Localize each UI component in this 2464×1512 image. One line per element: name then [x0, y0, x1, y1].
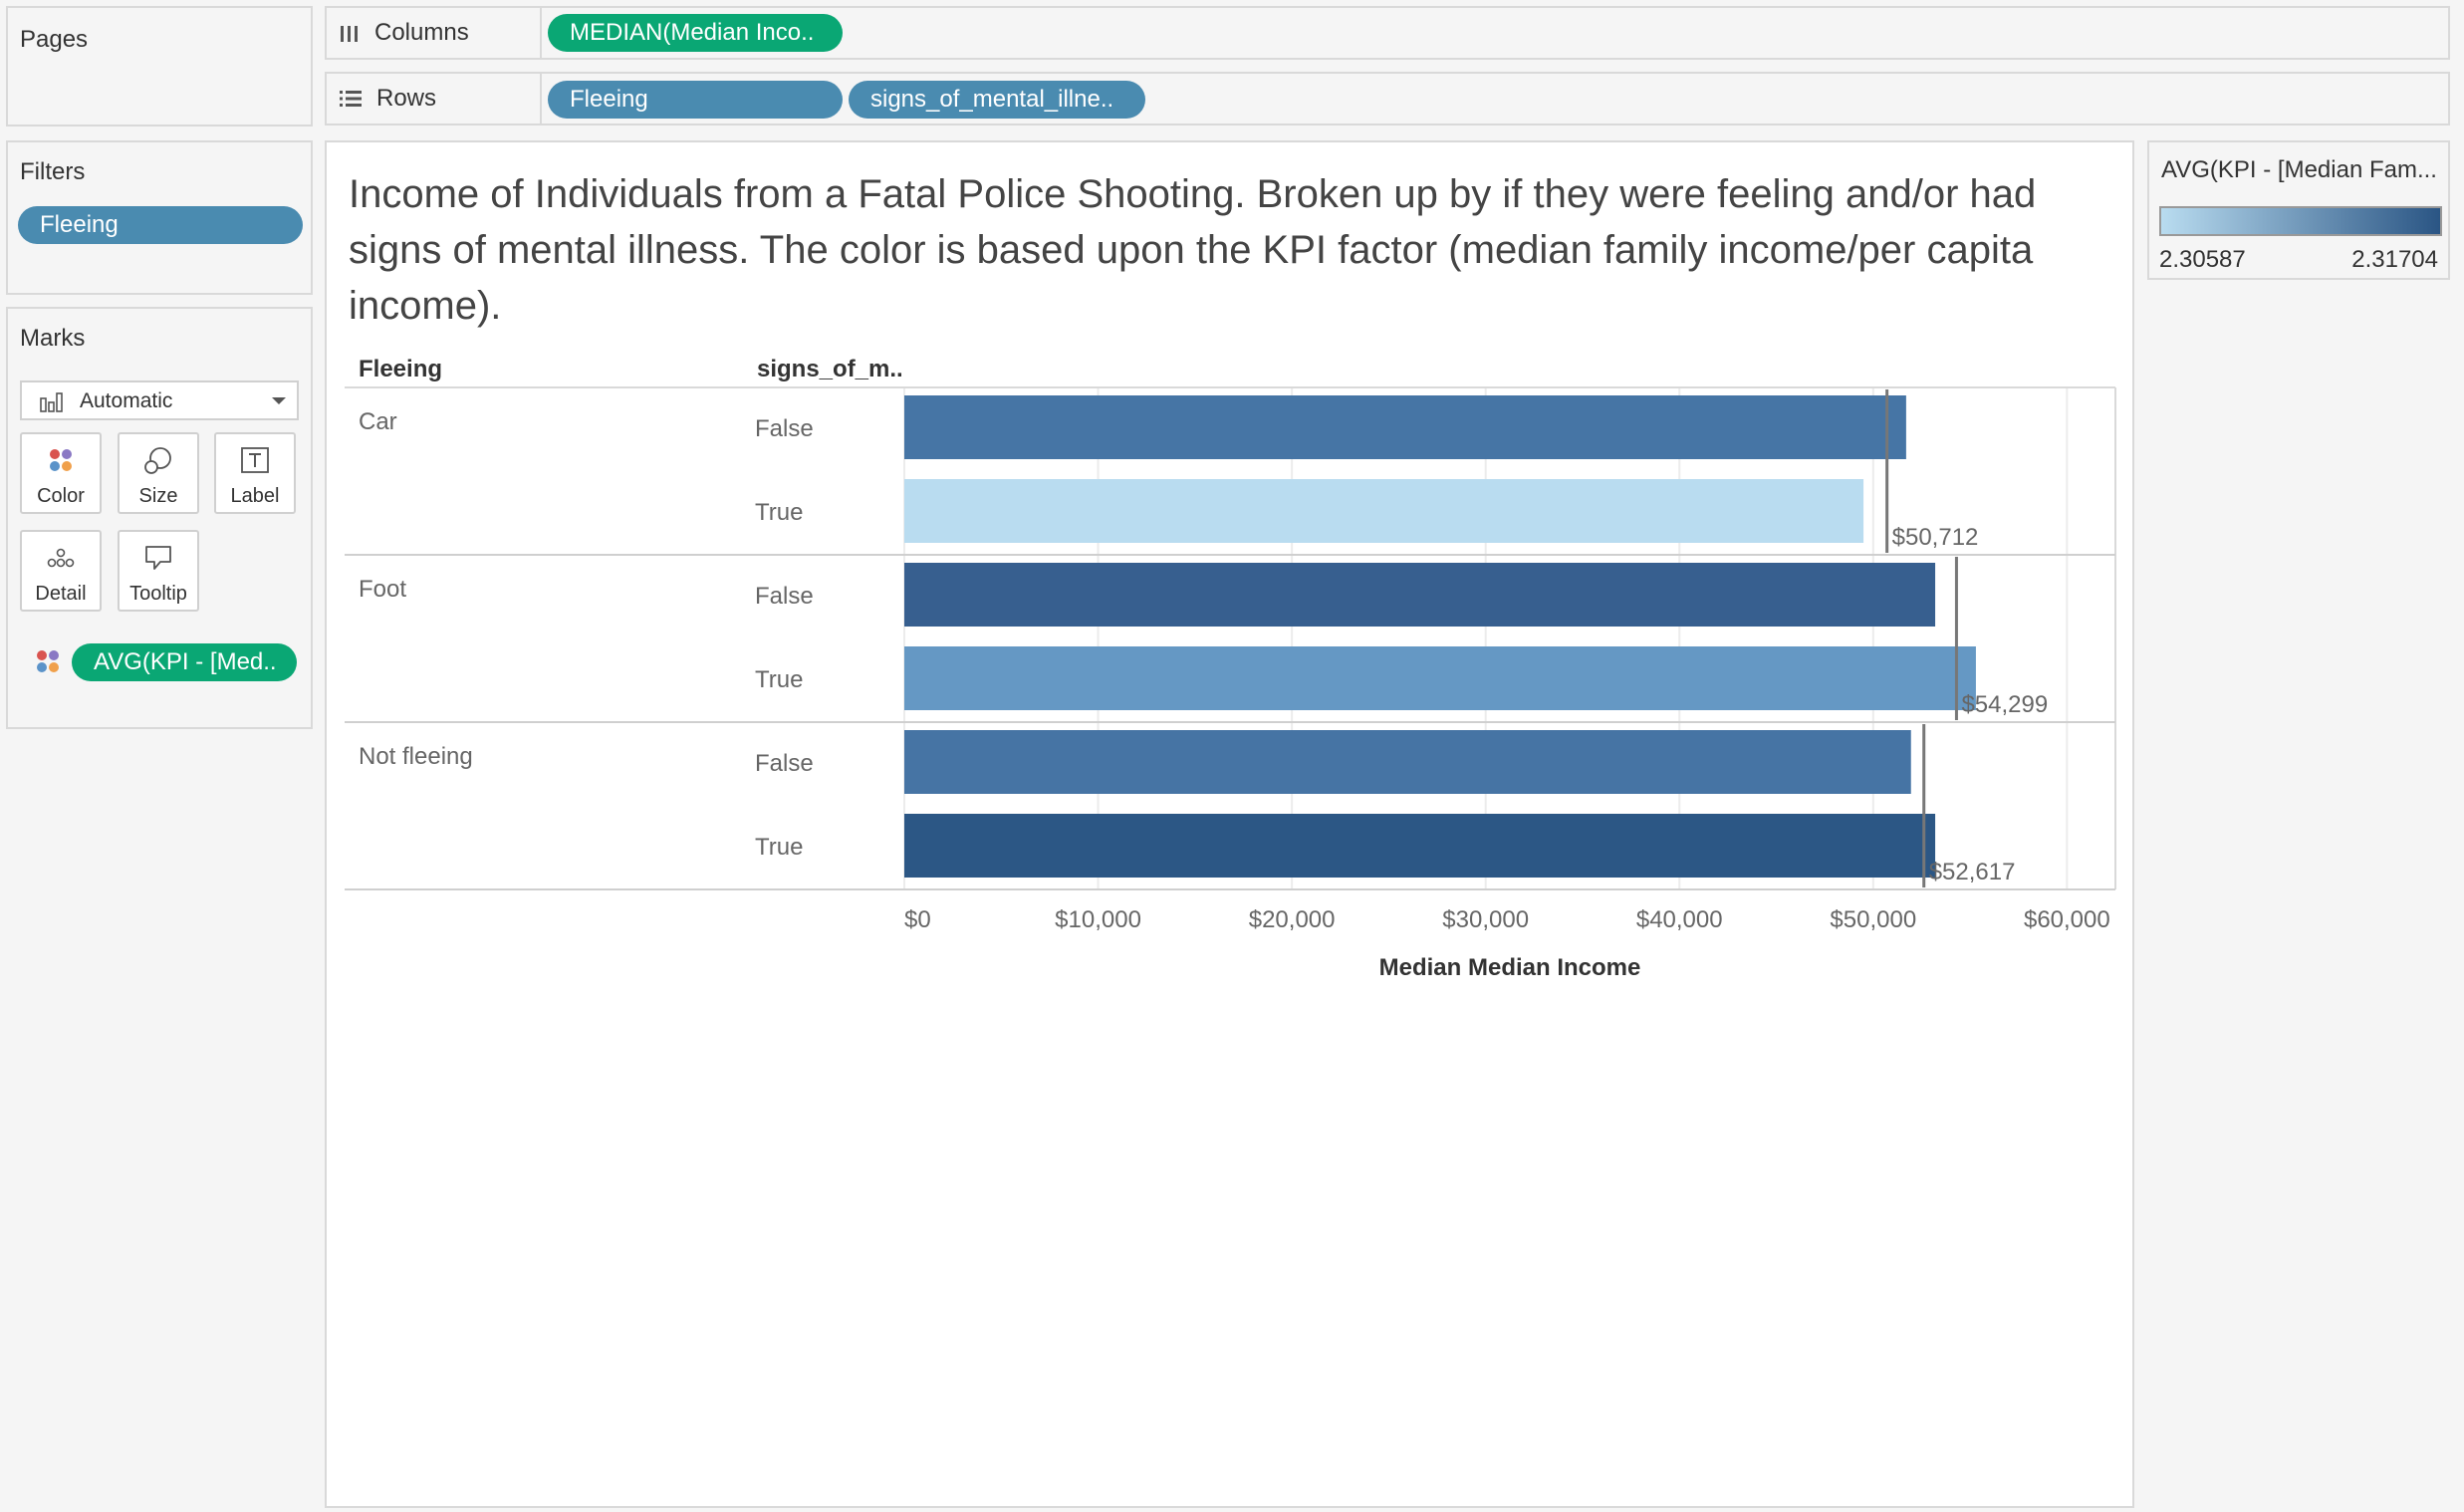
x-tick-label: $60,000	[2024, 906, 2110, 933]
columns-shelf-label: Columns	[327, 8, 542, 58]
bar-category-label: True	[755, 834, 803, 861]
marks-detail-label: Detail	[35, 583, 87, 605]
group-label: Foot	[359, 576, 406, 603]
x-tick-label: $50,000	[1830, 906, 1916, 933]
filters-panel: Filters Fleeing	[6, 140, 313, 295]
bar	[904, 814, 1936, 878]
x-tick-label: $20,000	[1249, 906, 1336, 933]
label-text-icon	[241, 447, 269, 473]
bar-category-label: False	[755, 750, 814, 777]
marks-tooltip-button[interactable]: Tooltip	[118, 530, 199, 612]
color-legend: AVG(KPI - [Median Fam... 2.30587 2.31704	[2147, 140, 2450, 280]
bar-category-label: True	[755, 499, 803, 526]
marks-tooltip-label: Tooltip	[129, 583, 187, 605]
bar	[904, 563, 1936, 627]
marks-size-label: Size	[138, 485, 178, 507]
reference-line-label: $50,712	[1892, 524, 1979, 551]
x-tick-label: $0	[904, 906, 931, 933]
marks-color-button[interactable]: Color	[20, 432, 102, 514]
rows-label-text: Rows	[376, 85, 437, 112]
filter-pill-fleeing[interactable]: Fleeing	[18, 206, 303, 244]
color-field-icon	[37, 650, 59, 672]
color-dots-icon	[50, 449, 72, 471]
bar-chart: Car False True $50,712 Foot False True $54,299 N…	[345, 386, 2116, 981]
mark-type-value: Automatic	[80, 389, 173, 412]
legend-color-ramp	[2159, 206, 2442, 236]
size-bubbles-icon	[144, 447, 171, 474]
bar	[904, 730, 1911, 794]
marks-label-label: Label	[230, 485, 280, 507]
group-label: Car	[359, 408, 397, 435]
bar-category-label: True	[755, 666, 803, 693]
marks-size-button[interactable]: Size	[118, 432, 199, 514]
rows-shelf[interactable]: Rows Fleeing signs_of_mental_illne..	[325, 72, 2450, 126]
marks-detail-button[interactable]: Detail	[20, 530, 102, 612]
columns-pill[interactable]: MEDIAN(Median Inco..	[548, 14, 843, 52]
x-tick-label: $40,000	[1636, 906, 1723, 933]
worksheet-canvas: Income of Individuals from a Fatal Polic…	[325, 140, 2134, 1508]
rows-icon	[340, 91, 362, 107]
marks-color-label: Color	[37, 485, 85, 507]
reference-line-label: $52,617	[1929, 859, 2016, 885]
group-label: Not fleeing	[359, 743, 473, 770]
chevron-down-icon	[272, 397, 286, 404]
columns-shelf[interactable]: Columns MEDIAN(Median Inco..	[325, 6, 2450, 60]
filters-title: Filters	[20, 158, 86, 185]
bar-chart-icon	[40, 392, 63, 412]
bar-category-label: False	[755, 583, 814, 610]
x-tick-label: $10,000	[1055, 906, 1141, 933]
bar	[904, 395, 1906, 459]
marks-title: Marks	[20, 325, 86, 352]
marks-panel: Marks Automatic Color Size Label Detail …	[6, 307, 313, 729]
legend-min: 2.30587	[2159, 246, 2246, 273]
legend-title: AVG(KPI - [Median Fam...	[2161, 156, 2437, 183]
marks-label-button[interactable]: Label	[214, 432, 296, 514]
rows-pill-signs-of-mental-illness[interactable]: signs_of_mental_illne..	[849, 81, 1145, 119]
pages-title: Pages	[20, 26, 89, 53]
columns-icon	[341, 26, 358, 42]
x-tick-label: $30,000	[1442, 906, 1529, 933]
legend-max: 2.31704	[2351, 246, 2438, 273]
bar-category-label: False	[755, 415, 814, 442]
tooltip-bubble-icon	[145, 546, 171, 570]
pages-panel: Pages	[6, 6, 313, 126]
mark-type-dropdown[interactable]: Automatic	[20, 380, 299, 420]
x-axis-title: Median Median Income	[1379, 954, 1641, 981]
detail-dots-icon	[47, 548, 75, 568]
bar	[904, 479, 1864, 543]
rows-shelf-label: Rows	[327, 74, 542, 124]
rows-pill-fleeing[interactable]: Fleeing	[548, 81, 843, 119]
marks-color-field-pill[interactable]: AVG(KPI - [Med..	[72, 643, 297, 681]
reference-line-label: $54,299	[1961, 691, 2048, 718]
columns-label-text: Columns	[374, 19, 469, 46]
bar	[904, 646, 1976, 710]
